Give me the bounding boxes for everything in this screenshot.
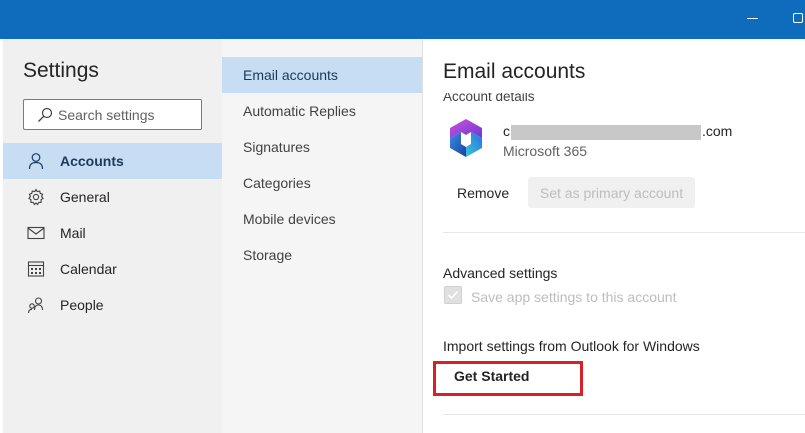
sidebar-item-label: Mail (60, 225, 86, 241)
email-accounts-panel: Email accounts Account details c .com Mic… (423, 39, 805, 433)
subnav-item-signatures[interactable]: Signatures (222, 129, 422, 165)
sidebar-item-calendar[interactable]: Calendar (3, 251, 222, 287)
email-end: .com (702, 123, 733, 139)
divider (443, 232, 805, 233)
page-title: Email accounts (443, 60, 586, 83)
sidebar-item-label: Accounts (60, 153, 124, 169)
calendar-icon (26, 259, 46, 279)
sidebar-item-label: Calendar (60, 261, 117, 277)
person-icon (26, 151, 46, 171)
minimize-button[interactable] (738, 0, 768, 39)
sidebar-item-accounts[interactable]: Accounts (3, 143, 222, 179)
set-primary-account-button[interactable]: Set as primary account (528, 177, 695, 208)
save-settings-checkbox[interactable] (444, 286, 462, 304)
maximize-button[interactable] (784, 0, 805, 39)
subnav-item-storage[interactable]: Storage (222, 237, 422, 273)
account-details-heading: Account details (443, 93, 535, 103)
divider (443, 414, 805, 415)
subnav-item-automatic-replies[interactable]: Automatic Replies (222, 93, 422, 129)
accounts-subnav: Email accounts Automatic Replies Signatu… (222, 39, 423, 433)
settings-sidebar: Settings Accounts General Mail (3, 39, 222, 433)
subnav-list: Email accounts Automatic Replies Signatu… (222, 57, 422, 273)
settings-title: Settings (23, 59, 99, 82)
microsoft-365-logo-icon (445, 117, 487, 164)
search-box[interactable] (23, 99, 202, 130)
subnav-item-categories[interactable]: Categories (222, 165, 422, 201)
search-icon (38, 107, 53, 122)
save-settings-label: Save app settings to this account (471, 289, 677, 305)
checkmark-icon (447, 290, 459, 300)
sidebar-item-people[interactable]: People (3, 287, 222, 323)
redacted-email (511, 124, 701, 140)
account-email: c .com (503, 123, 732, 140)
subnav-item-mobile-devices[interactable]: Mobile devices (222, 201, 422, 237)
import-settings-title: Import settings from Outlook for Windows (443, 338, 700, 354)
sidebar-item-label: People (60, 297, 104, 313)
sidebar-item-general[interactable]: General (3, 179, 222, 215)
settings-nav: Accounts General Mail Calendar People (3, 143, 222, 323)
subnav-item-email-accounts[interactable]: Email accounts (222, 57, 422, 93)
mail-icon (26, 223, 46, 243)
account-provider: Microsoft 365 (503, 143, 588, 159)
sidebar-item-label: General (60, 189, 110, 205)
remove-button[interactable]: Remove (449, 178, 517, 208)
email-start: c (503, 123, 510, 139)
gear-icon (26, 187, 46, 207)
search-input[interactable] (58, 104, 196, 125)
people-icon (26, 295, 46, 315)
title-bar (0, 0, 805, 39)
sidebar-item-mail[interactable]: Mail (3, 215, 222, 251)
get-started-button[interactable]: Get Started (433, 361, 583, 396)
advanced-settings-title: Advanced settings (443, 265, 558, 281)
